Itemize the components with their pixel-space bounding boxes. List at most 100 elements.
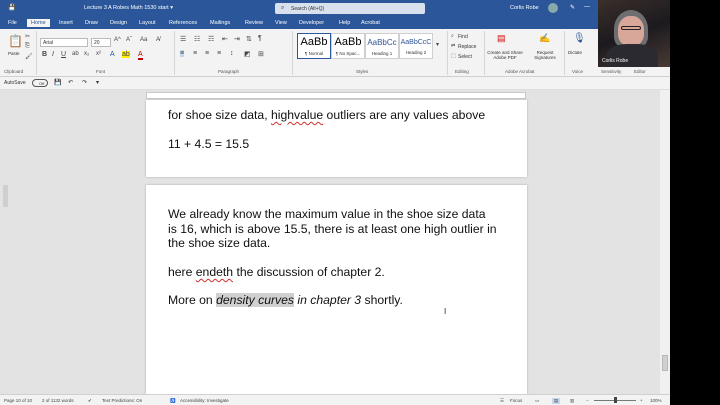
paragraph-line[interactable]: is 16, which is above 15.5, there is at … (168, 222, 497, 236)
pen-icon[interactable]: ✎ (570, 4, 575, 11)
grow-font-icon[interactable]: A^ (114, 37, 121, 43)
select-icon[interactable]: ⬚ (451, 53, 456, 59)
text-predictions[interactable]: Text Predictions: On (102, 398, 142, 403)
create-pdf-icon[interactable]: ▤ (497, 33, 506, 44)
tab-draw[interactable]: Draw (85, 20, 98, 26)
align-left-icon[interactable]: ≡ (180, 50, 185, 57)
highlight-icon[interactable]: ab (122, 51, 130, 58)
style-heading-1[interactable]: AaBbCc Heading 1 (365, 33, 399, 59)
scroll-thumb[interactable] (662, 355, 668, 371)
minimize-icon[interactable]: — (584, 4, 590, 10)
paragraph-line[interactable]: the shoe size data. (168, 236, 270, 250)
font-color-icon[interactable]: A (138, 51, 143, 60)
user-avatar[interactable] (548, 3, 558, 13)
request-signatures-button[interactable]: Request Signatures (530, 50, 560, 60)
tab-view[interactable]: View (275, 20, 287, 26)
paste-icon[interactable]: 📋 (8, 34, 23, 48)
style-normal[interactable]: AaBb ¶ Normal (297, 33, 331, 59)
dictate-button[interactable]: Dictate (568, 50, 582, 55)
shading-icon[interactable]: ◩ (244, 50, 251, 58)
ruler[interactable] (146, 92, 526, 99)
paragraph-line[interactable]: More on density curves in chapter 3 shor… (168, 293, 403, 307)
text-line[interactable]: for shoe size data, highvalue outliers a… (168, 108, 485, 122)
tab-layout[interactable]: Layout (139, 20, 156, 26)
increase-indent-icon[interactable]: ⇥ (234, 35, 240, 43)
multilevel-list-icon[interactable]: ☶ (208, 35, 214, 43)
tab-acrobat[interactable]: Acrobat (361, 20, 380, 26)
proofing-icon[interactable]: ✔ (88, 398, 92, 404)
web-layout-icon[interactable]: ▥ (570, 398, 574, 404)
document-title[interactable]: Lecture 3 A Robes Math 1530 start ▾ (84, 5, 173, 11)
align-right-icon[interactable]: ≡ (205, 50, 209, 57)
tab-mailings[interactable]: Mailings (210, 20, 230, 26)
accessibility-status[interactable]: Accessibility: Investigate (180, 398, 229, 403)
microphone-icon[interactable]: 🎙 (573, 33, 586, 44)
customize-icon[interactable]: ▾ (96, 79, 99, 86)
find-icon[interactable]: ⌕ (451, 33, 454, 39)
undo-icon[interactable]: ↶ (68, 79, 73, 86)
tab-developer[interactable]: Developer (299, 20, 324, 26)
find-button[interactable]: Find (458, 34, 468, 40)
save-icon[interactable]: 💾 (8, 4, 15, 11)
selected-text[interactable]: density curves (216, 293, 295, 307)
tab-references[interactable]: References (169, 20, 197, 26)
redo-icon[interactable]: ↷ (82, 79, 87, 86)
tab-review[interactable]: Review (245, 20, 263, 26)
paragraph-line[interactable]: here endeth the discussion of chapter 2. (168, 265, 385, 279)
tab-insert[interactable]: Insert (59, 20, 73, 26)
replace-button[interactable]: Replace (458, 44, 476, 50)
paragraph-line[interactable]: We already know the maximum value in the… (168, 207, 486, 221)
tab-help[interactable]: Help (339, 20, 350, 26)
document-page[interactable]: We already know the maximum value in the… (146, 185, 527, 395)
format-painter-icon[interactable]: 🖌 (25, 53, 33, 60)
bullets-icon[interactable]: ☰ (180, 35, 186, 43)
left-scroll-marker[interactable] (3, 185, 8, 207)
focus-button[interactable]: Focus (510, 398, 522, 403)
italic-icon[interactable]: I (52, 51, 54, 58)
spelling-error[interactable]: endeth (196, 265, 233, 279)
autosave-toggle[interactable]: Off (32, 79, 48, 87)
strikethrough-icon[interactable]: ab (72, 51, 79, 57)
show-marks-icon[interactable]: ¶ (258, 35, 262, 42)
zoom-out-icon[interactable]: − (586, 398, 589, 403)
numbering-icon[interactable]: ☷ (194, 35, 200, 43)
superscript-icon[interactable]: x² (96, 51, 101, 57)
page-count[interactable]: Page 10 of 10 (4, 398, 32, 403)
subscript-icon[interactable]: x₂ (84, 51, 89, 57)
vertical-scrollbar[interactable] (660, 90, 670, 394)
spelling-error[interactable]: highvalue (271, 108, 323, 122)
sort-icon[interactable]: ⇅ (246, 35, 252, 43)
justify-icon[interactable]: ≡ (217, 50, 221, 57)
print-layout-icon[interactable]: ▤ (552, 398, 561, 404)
text-effects-icon[interactable]: A (110, 51, 115, 58)
change-case-icon[interactable]: Aa (140, 37, 147, 43)
borders-icon[interactable]: ⊞ (258, 50, 264, 58)
document-page[interactable]: for shoe size data, highvalue outliers a… (146, 100, 527, 177)
text-line[interactable]: 11 + 4.5 = 15.5 (168, 137, 249, 151)
word-count[interactable]: 2 of 1132 words (42, 398, 74, 403)
zoom-thumb[interactable] (614, 397, 617, 403)
clear-format-icon[interactable]: A̸ (156, 37, 160, 43)
underline-icon[interactable]: U (61, 51, 66, 58)
create-pdf-button[interactable]: Create and Share Adobe PDF (487, 50, 523, 60)
cut-icon[interactable]: ✂ (25, 33, 30, 40)
styles-more-icon[interactable]: ▾ (436, 41, 439, 48)
zoom-level[interactable]: 100% (650, 398, 662, 403)
read-mode-icon[interactable]: ▭ (535, 398, 539, 404)
save-icon[interactable]: 💾 (54, 79, 61, 86)
align-center-icon[interactable]: ≡ (193, 50, 197, 57)
search-box[interactable]: ⌕ Search (Alt+Q) (275, 3, 425, 14)
shrink-font-icon[interactable]: Aˇ (126, 37, 132, 43)
bold-icon[interactable]: B (42, 51, 47, 58)
font-name-input[interactable]: Arial (40, 38, 88, 47)
font-size-input[interactable]: 20 (91, 38, 111, 47)
request-signatures-icon[interactable]: ✍ (539, 33, 550, 44)
zoom-in-icon[interactable]: + (640, 398, 643, 403)
line-spacing-icon[interactable]: ↕ (230, 50, 234, 57)
tab-file[interactable]: File (8, 20, 17, 26)
accessibility-icon[interactable]: ♿ (170, 398, 176, 404)
focus-icon[interactable]: ☰ (500, 398, 504, 404)
decrease-indent-icon[interactable]: ⇤ (222, 35, 228, 43)
tab-home[interactable]: Home (27, 19, 50, 28)
tab-design[interactable]: Design (110, 20, 127, 26)
